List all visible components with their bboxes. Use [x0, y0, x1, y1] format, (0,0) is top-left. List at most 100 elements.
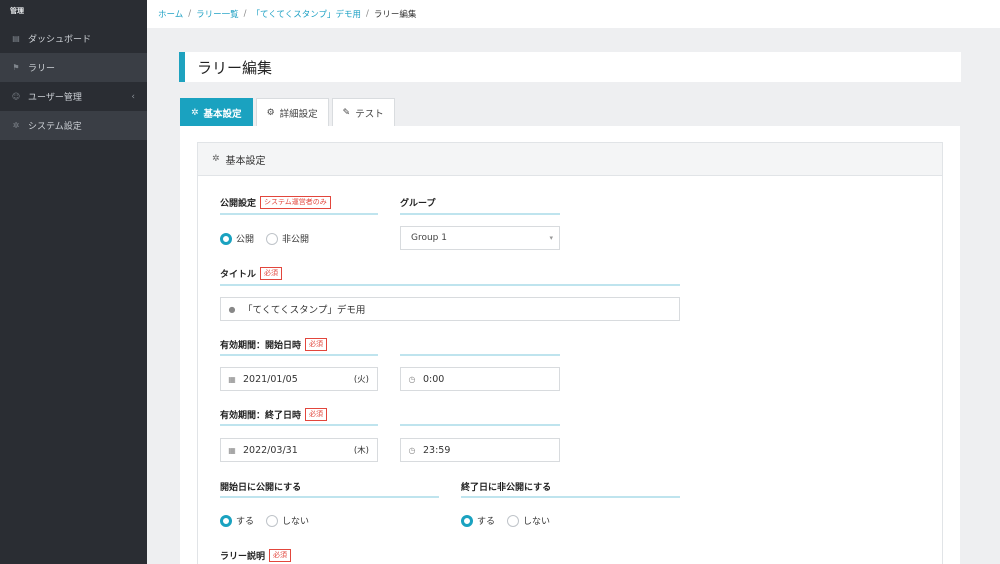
page-title: ラリー編集: [197, 58, 273, 77]
sidebar-item-label: ダッシュボード: [28, 35, 92, 45]
pencil-icon: ✎: [342, 107, 351, 118]
publish-on-start-radio-group: する しない: [220, 514, 321, 527]
sidebar: 管理 ▤ ダッシュボード ⚑ ラリー ☺ ユーザー管理 ‹ ✲ システム設定: [0, 0, 147, 564]
dashboard-icon: ▤: [12, 34, 20, 43]
gears-icon: ⚙: [266, 107, 275, 118]
clock-icon: ◷: [408, 445, 416, 455]
option-label: しない: [523, 517, 551, 527]
sidebar-item-label: システム設定: [28, 122, 82, 132]
group-select[interactable]: Group 1 ▾: [400, 226, 560, 250]
divider: [220, 213, 378, 215]
tab-test[interactable]: ✎ テスト: [331, 98, 395, 126]
option-label: する: [477, 517, 496, 527]
radio-unselected[interactable]: [266, 232, 279, 245]
unpublish-on-end-label: 終了日に非公開にする: [461, 480, 551, 493]
radio-selected[interactable]: [220, 514, 232, 527]
users-icon: ☺: [11, 92, 21, 101]
rally-icon: ⚑: [12, 63, 20, 72]
unpublish-on-end-yes[interactable]: する: [461, 514, 495, 527]
sidebar-header: 管理: [10, 7, 24, 15]
divider: [220, 496, 439, 498]
tab-label: 詳細設定: [279, 108, 318, 120]
breadcrumb-current: ラリー編集: [373, 10, 417, 20]
gear-icon: ✲: [212, 154, 220, 164]
sidebar-item-label: ラリー: [28, 64, 56, 74]
start-datetime-label: 有効期間：開始日時 必須: [220, 338, 328, 351]
sidebar-item-system-settings[interactable]: ✲ システム設定: [0, 111, 147, 140]
group-label: グループ: [400, 196, 435, 209]
title-input[interactable]: ● 「てくてくスタンプ」デモ用: [220, 297, 680, 321]
divider: [461, 496, 680, 498]
chevron-left-icon: ‹: [131, 91, 135, 102]
sidebar-item-rally[interactable]: ⚑ ラリー: [0, 53, 147, 82]
tab-label: 基本設定: [203, 108, 242, 120]
input-value: 0:00: [423, 373, 445, 385]
divider: [400, 354, 560, 356]
publish-on-start-no[interactable]: しない: [266, 514, 309, 527]
breadcrumb: ホーム / ラリー一覧 / 「てくてくスタンプ」デモ用 / ラリー編集: [147, 0, 1000, 28]
divider: [400, 213, 560, 215]
tab-label: テスト: [355, 108, 384, 120]
option-label: 非公開: [282, 235, 310, 245]
required-badge: 必須: [260, 267, 283, 280]
radio-unselected[interactable]: [266, 514, 279, 527]
radio-selected[interactable]: [461, 514, 473, 527]
end-time-input[interactable]: ◷ 23:59: [400, 438, 560, 462]
radio-selected[interactable]: [220, 232, 232, 245]
divider: [220, 354, 378, 356]
radio-unselected[interactable]: [507, 514, 520, 527]
page-title-bar: ラリー編集: [179, 52, 961, 82]
card-header: ✲ 基本設定: [198, 143, 942, 176]
breadcrumb-separator: /: [188, 9, 192, 19]
publish-radio-private[interactable]: 非公開: [266, 232, 309, 245]
divider: [220, 284, 680, 286]
breadcrumb-home[interactable]: ホーム: [158, 8, 183, 20]
label-text: 有効期間：開始日時: [220, 341, 302, 351]
label-text: 開始日に公開にする: [220, 483, 302, 493]
gear-icon: ✲: [191, 107, 199, 118]
input-value: 2021/01/05: [243, 373, 298, 385]
tab-bar: ✲ 基本設定 ⚙ 詳細設定 ✎ テスト: [180, 98, 398, 126]
clock-icon: ◷: [408, 374, 416, 384]
publish-label: 公開設定 システム運営者のみ: [220, 196, 331, 209]
required-badge: 必須: [305, 408, 328, 421]
tab-panel: ✲ 基本設定 公開設定 システム運営者のみ 公開 非公開 グループ Group …: [180, 126, 960, 564]
breadcrumb-separator: /: [366, 9, 369, 19]
sidebar-item-dashboard[interactable]: ▤ ダッシュボード: [0, 24, 147, 53]
tab-basic-settings[interactable]: ✲ 基本設定: [180, 98, 253, 126]
publish-on-start-label: 開始日に公開にする: [220, 480, 301, 493]
divider: [220, 424, 378, 426]
calendar-icon: ▦: [228, 445, 236, 455]
tab-detail-settings[interactable]: ⚙ 詳細設定: [255, 98, 329, 126]
input-value: 23:59: [423, 444, 451, 456]
info-icon: ●: [228, 304, 236, 314]
breadcrumb-rally-name[interactable]: 「てくてくスタンプ」デモ用: [252, 8, 361, 20]
publish-on-start-yes[interactable]: する: [220, 514, 254, 527]
publish-radio-group: 公開 非公開: [220, 232, 321, 245]
breadcrumb-separator: /: [243, 9, 247, 19]
option-label: しない: [282, 517, 310, 527]
label-text: 有効期間：終了日時: [220, 411, 302, 421]
label-text: タイトル: [220, 270, 257, 280]
start-date-input[interactable]: ▦ 2021/01/05 (火): [220, 367, 378, 391]
option-label: する: [236, 517, 255, 527]
input-value: 「てくてくスタンプ」デモ用: [243, 305, 366, 316]
option-label: 公開: [236, 235, 255, 245]
sidebar-item-users[interactable]: ☺ ユーザー管理 ‹: [0, 82, 147, 111]
label-text: 終了日に非公開にする: [461, 483, 552, 493]
gear-icon: ✲: [12, 121, 20, 130]
required-badge: 必須: [305, 338, 328, 351]
end-date-input[interactable]: ▦ 2022/03/31 (木): [220, 438, 378, 462]
day-of-week: (木): [353, 446, 369, 456]
start-time-input[interactable]: ◷ 0:00: [400, 367, 560, 391]
input-value: 2022/03/31: [243, 444, 298, 456]
label-text: グループ: [400, 199, 436, 209]
breadcrumb-rally-list[interactable]: ラリー一覧: [196, 8, 239, 20]
label-text: ラリー説明: [220, 552, 266, 562]
required-badge: 必須: [269, 549, 292, 562]
divider: [400, 424, 560, 426]
admin-only-badge: システム運営者のみ: [260, 196, 331, 209]
unpublish-on-end-radio-group: する しない: [461, 514, 562, 527]
publish-radio-public[interactable]: 公開: [220, 232, 254, 245]
unpublish-on-end-no[interactable]: しない: [507, 514, 550, 527]
